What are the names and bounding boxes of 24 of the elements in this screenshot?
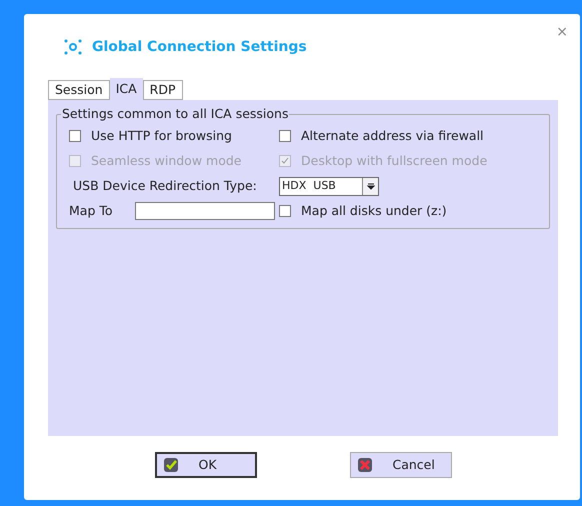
checkmark-icon [162, 457, 178, 473]
field-label: Map To [69, 202, 113, 220]
window-title: Global Connection Settings [92, 38, 307, 56]
ok-button[interactable]: OK [154, 452, 256, 478]
checkbox[interactable] [69, 130, 81, 142]
checkbox-label: Map all disks under (z:) [301, 202, 447, 220]
close-button[interactable]: × [556, 22, 568, 43]
checkmark-icon [281, 157, 289, 166]
checkbox-label: Alternate address via firewall [301, 127, 484, 145]
checkbox[interactable] [279, 130, 291, 142]
tab[interactable]: ICA [110, 78, 143, 100]
map-to-field[interactable] [134, 202, 275, 220]
checkbox-label: Desktop with fullscreen mode [301, 152, 488, 170]
field-label: USB Device Redirection Type: [72, 176, 258, 195]
close-icon [356, 457, 372, 473]
checkbox[interactable] [279, 204, 291, 217]
tab[interactable]: Session [48, 80, 110, 100]
settings-icon [64, 39, 82, 55]
checkbox-label: Seamless window mode [91, 152, 242, 170]
group-title: Settings common to all ICA sessions [61, 106, 290, 122]
tab[interactable]: RDP [142, 80, 183, 100]
cancel-button[interactable]: Cancel [350, 452, 452, 478]
usb-type-dropdown[interactable]: HDX USB [279, 176, 379, 196]
checkbox-label: Use HTTP for browsing [91, 127, 232, 145]
